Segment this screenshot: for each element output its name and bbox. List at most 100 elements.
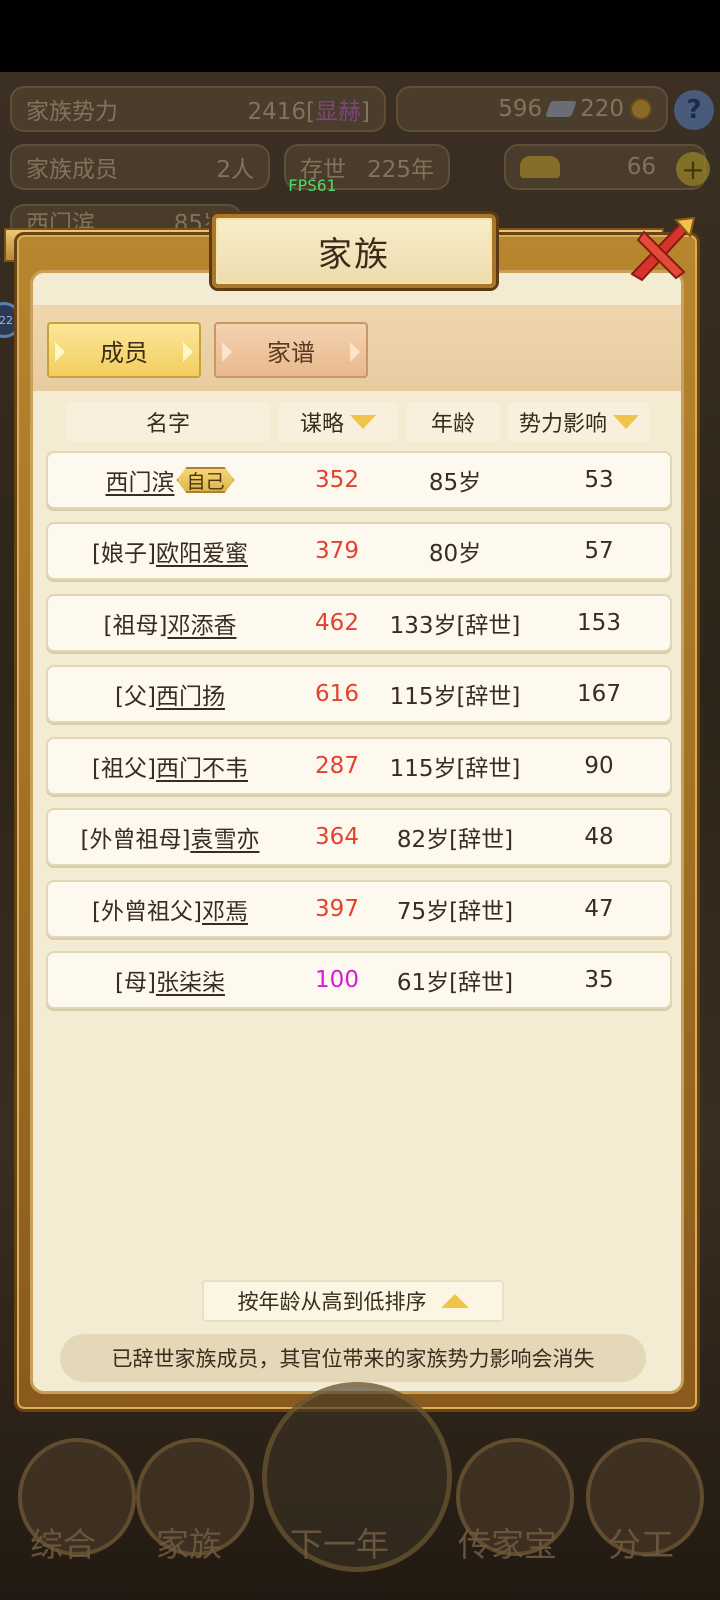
question-icon: ? <box>686 95 702 125</box>
tab-chevron-left-icon <box>55 342 65 362</box>
member-name[interactable]: 西门不韦 <box>156 749 248 783</box>
member-influence: 47 <box>584 896 614 922</box>
alive-value: 225年 <box>367 157 434 183</box>
nav-item-next-year[interactable]: 下一年 <box>290 1518 389 1566</box>
member-relation: [外曾祖母] <box>80 827 191 853</box>
member-age: 115岁[辞世] <box>389 684 521 710</box>
member-name[interactable]: 邓焉 <box>202 892 248 926</box>
close-button[interactable] <box>624 214 696 286</box>
member-name[interactable]: 欧阳爱蜜 <box>156 534 248 568</box>
member-influence: 48 <box>584 824 614 850</box>
member-strategy: 352 <box>315 467 359 493</box>
table-row[interactable]: 西门滨 自己 352 85岁 53 <box>46 451 672 509</box>
add-gold-button[interactable]: + <box>676 152 710 186</box>
member-influence: 153 <box>577 610 621 636</box>
member-strategy: 287 <box>315 753 359 779</box>
member-name-cell: [祖母] 邓添香 <box>48 596 292 650</box>
member-name[interactable]: 张柒柒 <box>156 963 225 997</box>
column-header-influence[interactable]: 势力影响 <box>508 402 650 442</box>
member-influence: 90 <box>584 753 614 779</box>
member-age: 133岁[辞世] <box>389 613 521 639</box>
member-name-cell: 西门滨 自己 <box>48 453 292 507</box>
deceased-notice: 已辞世家族成员，其官位带来的家族势力影响会消失 <box>60 1334 646 1382</box>
member-age: 80岁 <box>428 541 482 567</box>
column-header-label: 势力影响 <box>518 412 607 437</box>
sort-by-age-button[interactable]: 按年龄从高到低排序 <box>202 1280 504 1322</box>
sort-button-label: 按年龄从高到低排序 <box>237 1290 427 1314</box>
member-influence: 35 <box>584 967 614 993</box>
table-row[interactable]: [娘子] 欧阳爱蜜 379 80岁 57 <box>46 522 672 580</box>
triangle-up-icon <box>440 1294 469 1308</box>
nav-item-family[interactable]: 家族 <box>156 1518 222 1566</box>
gold-value: 66 <box>626 154 656 180</box>
fps-counter: FPS61 <box>288 176 337 195</box>
member-name[interactable]: 邓添香 <box>167 606 236 640</box>
column-header-strategy[interactable]: 谋略 <box>278 402 398 442</box>
member-name-cell: [外曾祖父] 邓焉 <box>48 882 292 936</box>
panel-title: 家族 <box>212 214 496 288</box>
member-name[interactable]: 西门扬 <box>156 677 225 711</box>
member-influence: 53 <box>584 467 614 493</box>
table-row[interactable]: [母] 张柒柒 100 61岁[辞世] 35 <box>46 951 672 1009</box>
column-header-name: 名字 <box>66 402 270 442</box>
copper-coin-icon <box>630 98 652 120</box>
member-relation: [祖父] <box>92 756 156 782</box>
member-relation: [娘子] <box>92 541 156 567</box>
column-header-label: 年龄 <box>430 412 475 437</box>
triangle-down-icon <box>350 415 376 429</box>
member-name-cell: [祖父] 西门不韦 <box>48 739 292 793</box>
member-relation: [母] <box>115 970 156 996</box>
tab-label: 家谱 <box>267 338 315 367</box>
tab-genealogy[interactable]: 家谱 <box>214 322 368 378</box>
member-age: 61岁[辞世] <box>396 970 514 996</box>
currency-stat: 596 220 <box>396 86 668 132</box>
family-power-stat: 家族势力 2416[显赫] <box>10 86 386 132</box>
tab-label: 成员 <box>100 338 148 367</box>
tab-chevron-right-icon <box>350 342 360 362</box>
member-strategy: 616 <box>315 681 359 707</box>
tab-members[interactable]: 成员 <box>47 322 201 378</box>
family-members-stat: 家族成员 2人 <box>10 144 270 190</box>
column-header-label: 名字 <box>145 412 190 437</box>
nav-item-division[interactable]: 分工 <box>608 1518 674 1566</box>
self-tag: 自己 <box>176 467 234 493</box>
member-age: 82岁[辞世] <box>396 827 514 853</box>
member-name[interactable]: 袁雪亦 <box>190 820 259 854</box>
tab-chevron-right-icon <box>183 342 193 362</box>
silver-value: 596 <box>498 96 543 122</box>
member-strategy: 397 <box>315 896 359 922</box>
nav-item-general[interactable]: 综合 <box>30 1518 96 1566</box>
status-bar <box>0 0 720 72</box>
member-name-cell: [母] 张柒柒 <box>48 953 292 1007</box>
family-members-label: 家族成员 <box>26 157 118 183</box>
table-row[interactable]: [外曾祖父] 邓焉 397 75岁[辞世] 47 <box>46 880 672 938</box>
member-strategy: 100 <box>315 967 359 993</box>
tab-chevron-left-icon <box>222 342 232 362</box>
table-row[interactable]: [父] 西门扬 616 115岁[辞世] 167 <box>46 665 672 723</box>
member-age: 115岁[辞世] <box>389 756 521 782</box>
member-influence: 57 <box>584 538 614 564</box>
member-strategy: 462 <box>315 610 359 636</box>
nav-item-heirloom[interactable]: 传家宝 <box>458 1518 557 1566</box>
table-row[interactable]: [祖父] 西门不韦 287 115岁[辞世] 90 <box>46 737 672 795</box>
triangle-down-icon <box>613 415 639 429</box>
member-relation: [父] <box>115 684 156 710</box>
member-name[interactable]: 西门滨 <box>105 463 174 497</box>
family-members-value: 2人 <box>216 157 254 183</box>
close-icon <box>630 216 696 282</box>
copper-value: 220 <box>580 96 624 122</box>
member-influence: 167 <box>577 681 621 707</box>
silver-ingot-icon <box>545 101 578 117</box>
member-relation: [外曾祖父] <box>92 899 202 925</box>
member-age: 85岁 <box>428 470 482 496</box>
member-name-cell: [外曾祖母] 袁雪亦 <box>48 810 292 864</box>
member-age: 75岁[辞世] <box>396 899 514 925</box>
column-header-label: 谋略 <box>299 412 344 437</box>
table-row[interactable]: [祖母] 邓添香 462 133岁[辞世] 153 <box>46 594 672 652</box>
family-power-label: 家族势力 <box>26 99 118 125</box>
member-name-cell: [娘子] 欧阳爱蜜 <box>48 524 292 578</box>
column-header-age: 年龄 <box>406 402 500 442</box>
table-row[interactable]: [外曾祖母] 袁雪亦 364 82岁[辞世] 48 <box>46 808 672 866</box>
member-strategy: 379 <box>315 538 359 564</box>
help-button[interactable]: ? <box>674 90 714 130</box>
